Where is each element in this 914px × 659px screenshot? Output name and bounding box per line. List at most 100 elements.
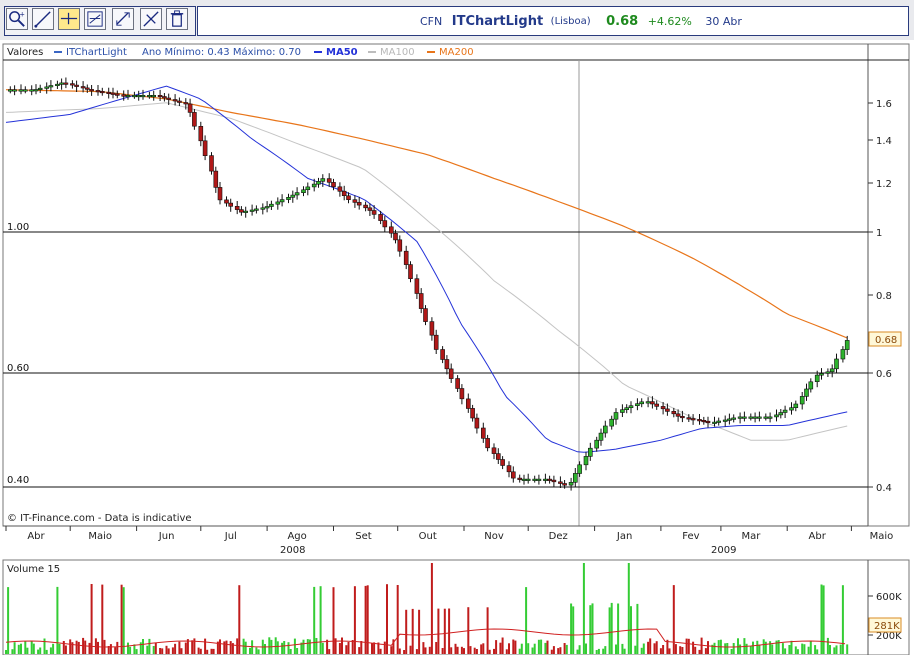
volume-bar: [97, 641, 99, 654]
candle-body: [543, 478, 548, 481]
volume-label: Volume 15: [7, 564, 60, 575]
volume-bar: [167, 648, 170, 654]
volume-bar: [839, 644, 842, 654]
candle-body: [301, 189, 306, 194]
volume-bar: [441, 648, 444, 654]
candle-body: [814, 374, 820, 383]
candle-body: [22, 89, 28, 92]
volume-bar: [353, 586, 356, 654]
volume-bar: [435, 642, 438, 654]
volume-bar: [809, 640, 812, 654]
candle-body: [757, 416, 762, 419]
candle-body: [269, 203, 274, 207]
volume-bar: [794, 646, 797, 654]
candle-body: [558, 481, 563, 484]
volume-bar: [777, 640, 780, 654]
candle-body: [239, 209, 244, 213]
volume-bar: [475, 649, 478, 654]
candle-body: [397, 239, 403, 252]
ref-line-3-label: 0.40: [7, 475, 29, 486]
indicators-button[interactable]: [84, 8, 106, 30]
price-chart[interactable]: Valores ITChartLight Ano Mínimo: 0.43 Má…: [0, 40, 914, 656]
volume-bar: [276, 641, 279, 654]
volume-bar: [822, 585, 825, 654]
volume-bar: [58, 643, 61, 654]
volume-bar: [679, 646, 682, 654]
volume-bar: [101, 584, 104, 654]
candle-body: [645, 401, 651, 404]
year-label-2009: 2009: [711, 545, 736, 556]
volume-bar: [360, 641, 363, 654]
volume-bar: [674, 644, 677, 654]
candle-body: [378, 214, 383, 221]
trash-button[interactable]: [166, 8, 188, 30]
candle-body: [752, 416, 758, 419]
candle-body: [521, 478, 527, 481]
volume-bar: [293, 638, 296, 654]
candle-body: [722, 419, 728, 422]
candle-body: [8, 89, 13, 92]
delete-line-icon: [143, 11, 159, 27]
volume-bar: [152, 646, 155, 654]
volume-bar: [469, 646, 472, 654]
volume-bar: [752, 641, 754, 654]
volume-bar: [463, 648, 465, 654]
volume-bar: [415, 649, 418, 654]
candle-body: [59, 82, 64, 85]
candle-body: [583, 456, 589, 466]
volume-bar: [454, 643, 457, 654]
month-label: Out: [419, 531, 437, 542]
volume-bar: [608, 607, 611, 654]
candle-body: [316, 181, 321, 185]
volume-bar: [595, 650, 598, 654]
volume-bar: [296, 648, 299, 654]
candle-body: [166, 97, 171, 100]
month-label: Nov: [484, 531, 504, 542]
candle-body: [799, 396, 805, 405]
volume-bar: [30, 640, 33, 654]
volume-bar: [238, 585, 241, 654]
quote-price: 0.68: [606, 14, 639, 29]
volume-bar: [807, 646, 810, 654]
zoom-button[interactable]: +: [6, 8, 28, 30]
candle-body: [136, 94, 141, 98]
volume-bar: [460, 646, 463, 654]
candle-body: [95, 90, 101, 93]
volume-bar: [403, 650, 406, 654]
candle-body: [834, 358, 839, 370]
volume-bar: [597, 648, 600, 654]
candle-body: [326, 178, 332, 183]
volume-bar: [527, 643, 530, 654]
watermark: © IT-Finance.com - Data is indicative: [7, 513, 192, 524]
volume-bar: [602, 648, 605, 654]
volume-bar: [120, 584, 123, 654]
volume-bar: [244, 641, 247, 654]
month-label: Mar: [741, 531, 761, 542]
fit-button[interactable]: [112, 8, 134, 30]
volume-bar: [255, 647, 258, 654]
candle-body: [110, 92, 116, 95]
volume-bar: [642, 643, 645, 654]
candle-body: [209, 155, 214, 172]
volume-bar: [7, 587, 10, 654]
volume-bar: [223, 641, 226, 654]
year-label-2008: 2008: [280, 545, 305, 556]
crosshair-button[interactable]: [58, 8, 80, 30]
draw-line-button[interactable]: [32, 8, 54, 30]
candle-body: [106, 91, 111, 95]
volume-bar: [268, 637, 271, 654]
volume-bar: [308, 639, 311, 654]
candle-body: [254, 208, 259, 211]
volume-bar: [764, 641, 767, 654]
volume-bar: [88, 642, 91, 654]
candle-body: [217, 187, 223, 201]
volume-bar: [604, 646, 607, 654]
volume-bar: [422, 642, 425, 654]
candle-body: [403, 250, 409, 265]
volume-bar: [493, 648, 495, 654]
delete-line-button[interactable]: [140, 8, 162, 30]
volume-bar: [707, 641, 709, 654]
volume-bar: [739, 644, 742, 654]
volume-bar: [17, 644, 20, 654]
quote-date: 30 Abr: [705, 15, 742, 28]
